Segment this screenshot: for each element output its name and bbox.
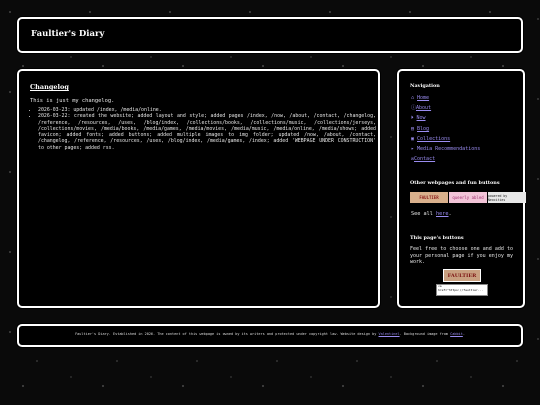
nav-item-about[interactable]: ⓘAbout [411,103,480,113]
navigation-list: ⌂ Home ⓘAbout ⏵ Now ▤ Blog ▣ Collections… [411,93,480,164]
blog-icon: ▤ [411,125,415,132]
nav-item-collections[interactable]: ▣ Collections [411,134,480,144]
embed-code-textarea[interactable]: <a href="https://faultier... [436,284,488,296]
main-content: Changelog This is just my changelog. 202… [17,69,380,308]
nav-label: Media Recommendations [417,146,481,153]
nav-item-blog[interactable]: ▤ Blog [411,124,480,134]
page-heading: Changelog [30,83,69,91]
my-88x31-button[interactable]: FAULTIER [443,269,481,282]
folder-icon: ▣ [411,135,415,142]
see-all-text: See all here. [411,211,452,217]
see-all-link[interactable]: here [436,211,449,217]
nav-label: Collections [417,135,451,142]
faultier-88x31-button[interactable]: FAULTIER [410,192,448,203]
site-title[interactable]: Faultier's Diary [31,29,104,39]
header: Faultier's Diary [17,17,523,53]
play-icon: ⏵ [411,115,414,122]
nav-item-home[interactable]: ⌂ Home [411,93,480,103]
changelog-entry: 2026-03-22: created the website; added l… [38,113,376,151]
nav-label: About [416,105,432,112]
queerly-abled-button[interactable]: queerly abled [449,192,487,203]
nav-label: Contact [414,156,436,163]
intro-text: This is just my changelog. [30,98,115,104]
background-source-link[interactable]: Cabbit [450,332,463,336]
footer-text: Faultier's Diary. Established in 2026. T… [75,332,465,336]
nav-label: Now [416,115,426,122]
changelog-list: 2026-03-23: updated /index, /media/onlin… [30,107,376,151]
navigation-heading: Navigation [410,83,440,89]
nav-item-contact[interactable]: ✉Contact [411,154,480,164]
feel-free-text: Feel free to choose one and add to your … [410,246,513,266]
designer-link[interactable]: Valentinel [379,332,400,336]
triangle-right-icon: ▸ [411,146,415,153]
button-row: FAULTIER queerly abled powered by Neocit… [410,192,526,203]
nav-label: Home [417,95,430,101]
nav-item-media-recommendations[interactable]: ▸ Media Recommendations [411,144,480,154]
neocities-button[interactable]: powered by Neocities [488,192,526,203]
sidebar: Navigation ⌂ Home ⓘAbout ⏵ Now ▤ Blog ▣ … [397,69,526,308]
nav-item-now[interactable]: ⏵ Now [411,113,480,123]
this-page-buttons-heading: This page's buttons [410,235,464,241]
other-webpages-heading: Other webpages and fun buttons [410,180,500,186]
home-icon: ⌂ [411,95,415,101]
footer: Faultier's Diary. Established in 2026. T… [17,324,523,347]
nav-label: Blog [417,125,430,132]
